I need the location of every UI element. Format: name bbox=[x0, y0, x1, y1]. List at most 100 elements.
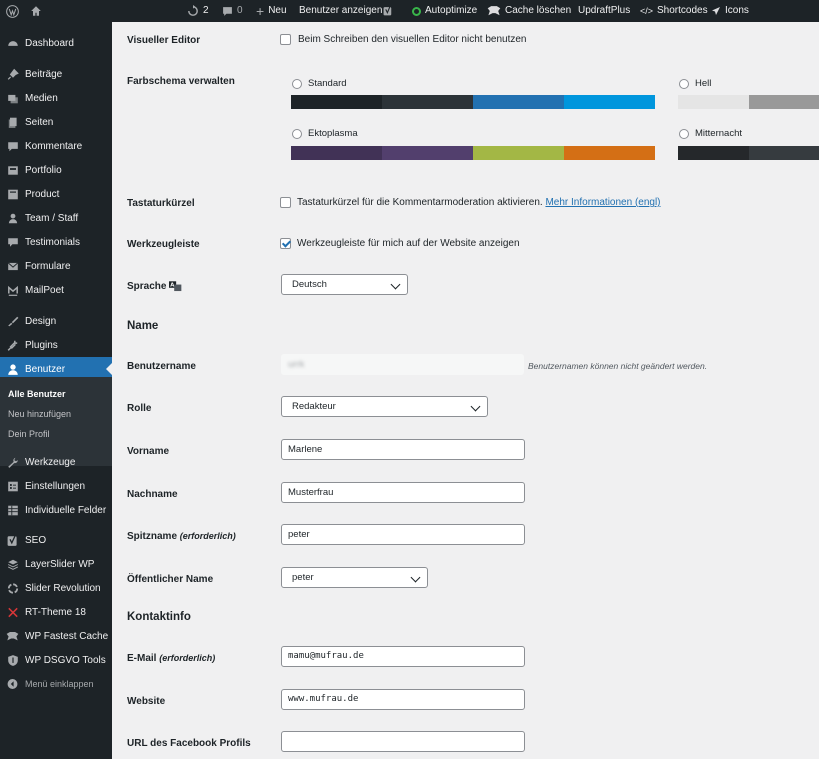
nickname-label: Spitzname (erforderlich) bbox=[127, 531, 236, 542]
new-content-menu[interactable]: + Neu bbox=[256, 0, 287, 22]
role-select[interactable]: Redakteur bbox=[281, 396, 488, 417]
color-swatch bbox=[382, 95, 473, 109]
last-name-label: Nachname bbox=[127, 489, 178, 500]
color-scheme-ektoplasma-radio[interactable] bbox=[292, 129, 302, 139]
sidebar-item-wp-fastest-cache[interactable]: WP Fastest Cache bbox=[0, 624, 112, 648]
sidebar-item-testimonials[interactable]: Testimonials bbox=[0, 230, 112, 254]
testimonials-icon bbox=[6, 236, 19, 249]
sidebar-item-product[interactable]: Product bbox=[0, 182, 112, 206]
updraftplus-label: UpdraftPlus bbox=[578, 5, 631, 16]
sidebar-item-label: Product bbox=[25, 188, 60, 200]
sidebar-item-rt-theme[interactable]: RT-Theme 18 bbox=[0, 600, 112, 624]
comments-menu[interactable]: 0 bbox=[222, 0, 243, 22]
sidebar-item-portfolio[interactable]: Portfolio bbox=[0, 158, 112, 182]
refresh-icon bbox=[188, 5, 198, 16]
shortcodes-menu[interactable]: </> Shortcodes bbox=[640, 0, 708, 22]
more-info-link[interactable]: Mehr Informationen (engl) bbox=[545, 197, 660, 208]
autoptimize-menu[interactable]: Autoptimize bbox=[412, 0, 477, 22]
color-swatch bbox=[678, 146, 749, 160]
sidebar-item-label: WP DSGVO Tools bbox=[25, 654, 106, 666]
sidebar-item-seiten[interactable]: Seiten bbox=[0, 110, 112, 134]
sidebar-item-formulare[interactable]: Formulare bbox=[0, 254, 112, 278]
profile-form: Visueller Editor Beim Schreiben den visu… bbox=[112, 22, 819, 759]
submenu-your-profile[interactable]: Dein Profil bbox=[8, 429, 50, 439]
username-label: Benutzername bbox=[127, 361, 196, 372]
shield-icon bbox=[6, 654, 19, 667]
facebook-url-label: URL des Facebook Profils bbox=[127, 738, 251, 749]
cheetah-icon bbox=[487, 6, 501, 16]
mailpoet-icon bbox=[6, 284, 19, 297]
sidebar-item-einstellungen[interactable]: Einstellungen bbox=[0, 474, 112, 498]
first-name-input[interactable]: Marlene bbox=[281, 439, 525, 460]
nickname-label-text: Spitzname bbox=[127, 531, 178, 542]
color-scheme-standard-label: Standard bbox=[308, 78, 347, 89]
website-input[interactable]: www.mufrau.de bbox=[281, 689, 525, 710]
display-name-select[interactable]: peter bbox=[281, 567, 428, 588]
toolbar-checkbox-label: Werkzeugleiste für mich auf der Website … bbox=[297, 238, 520, 249]
submenu-add-new[interactable]: Neu hinzufügen bbox=[8, 409, 71, 419]
nickname-required-note: (erforderlich) bbox=[179, 531, 236, 541]
sidebar-item-label: LayerSlider WP bbox=[25, 558, 95, 570]
sidebar-item-layerslider[interactable]: LayerSlider WP bbox=[0, 552, 112, 576]
language-select[interactable]: Deutsch bbox=[281, 274, 408, 295]
sidebar-item-seo[interactable]: SEO bbox=[0, 528, 112, 552]
collapse-menu-button[interactable]: Menü einklappen bbox=[0, 672, 112, 696]
sidebar-item-werkzeuge[interactable]: Werkzeuge bbox=[0, 450, 112, 474]
color-scheme-mitternacht-swatches[interactable] bbox=[678, 146, 819, 160]
sidebar-item-kommentare[interactable]: Kommentare bbox=[0, 134, 112, 158]
contact-section-title: Kontaktinfo bbox=[127, 611, 191, 623]
sidebar-item-label: Design bbox=[25, 315, 57, 327]
sidebar-item-label: Plugins bbox=[25, 339, 58, 351]
comments-count: 0 bbox=[237, 5, 243, 16]
color-scheme-hell-swatches[interactable] bbox=[678, 95, 819, 109]
svg-text:A: A bbox=[171, 283, 175, 289]
email-input[interactable]: mamu@mufrau.de bbox=[281, 646, 525, 667]
sidebar-item-plugins[interactable]: Plugins bbox=[0, 333, 112, 357]
color-scheme-standard-swatches[interactable] bbox=[291, 95, 655, 109]
sidebar-item-mailpoet[interactable]: MailPoet bbox=[0, 278, 112, 302]
toolbar-checkbox[interactable] bbox=[280, 238, 291, 249]
facebook-url-input[interactable] bbox=[281, 731, 525, 752]
updates-menu[interactable]: 2 bbox=[187, 0, 209, 22]
color-scheme-hell-radio[interactable] bbox=[679, 79, 689, 89]
color-swatch bbox=[473, 95, 564, 109]
cheetah-icon bbox=[6, 630, 19, 643]
collapse-menu-label: Menü einklappen bbox=[25, 679, 94, 689]
sidebar-item-slider-revolution[interactable]: Slider Revolution bbox=[0, 576, 112, 600]
color-scheme-standard-radio[interactable] bbox=[292, 79, 302, 89]
media-icon bbox=[6, 92, 19, 105]
updraftplus-menu[interactable]: UpdraftPlus bbox=[578, 0, 630, 22]
yoast-seo-menu[interactable] bbox=[383, 0, 394, 22]
sidebar-item-beitraege[interactable]: Beiträge bbox=[0, 62, 112, 86]
sidebar-item-wp-dsgvo-tools[interactable]: WP DSGVO Tools bbox=[0, 648, 112, 672]
plugin-icon bbox=[6, 339, 19, 352]
visual-editor-checkbox-label: Beim Schreiben den visuellen Editor nich… bbox=[298, 34, 527, 45]
shortcuts-label: Tastaturkürzel bbox=[127, 198, 195, 209]
chevron-down-icon bbox=[390, 279, 401, 290]
color-scheme-mitternacht-radio[interactable] bbox=[679, 129, 689, 139]
visual-editor-checkbox[interactable] bbox=[280, 34, 291, 45]
color-scheme-ektoplasma-swatches[interactable] bbox=[291, 146, 655, 160]
home-icon[interactable] bbox=[30, 0, 42, 22]
brush-icon bbox=[6, 315, 19, 328]
nickname-input[interactable]: peter bbox=[281, 524, 525, 545]
sidebar-item-individuelle-felder[interactable]: Individuelle Felder bbox=[0, 498, 112, 522]
sidebar-item-design[interactable]: Design bbox=[0, 309, 112, 333]
updates-count: 2 bbox=[203, 5, 209, 16]
shortcuts-checkbox[interactable] bbox=[280, 197, 291, 208]
sidebar-item-team-staff[interactable]: Team / Staff bbox=[0, 206, 112, 230]
view-user-link[interactable]: Benutzer anzeigen bbox=[299, 0, 382, 22]
color-swatch bbox=[678, 95, 749, 109]
visual-editor-label: Visueller Editor bbox=[127, 35, 201, 46]
submenu-all-users[interactable]: Alle Benutzer bbox=[8, 389, 66, 399]
sidebar-item-dashboard[interactable]: Dashboard bbox=[0, 31, 112, 55]
pages-icon bbox=[6, 116, 19, 129]
status-circle-icon bbox=[412, 6, 421, 16]
icons-menu[interactable]: Icons bbox=[711, 0, 749, 22]
wordpress-logo-icon[interactable] bbox=[6, 0, 19, 22]
sidebar-item-medien[interactable]: Medien bbox=[0, 86, 112, 110]
last-name-input[interactable]: Musterfrau bbox=[281, 482, 525, 503]
toolbar-label: Werkzeugleiste bbox=[127, 239, 200, 250]
clear-cache-menu[interactable]: Cache löschen bbox=[487, 0, 571, 22]
sidebar-item-label: SEO bbox=[25, 534, 47, 546]
